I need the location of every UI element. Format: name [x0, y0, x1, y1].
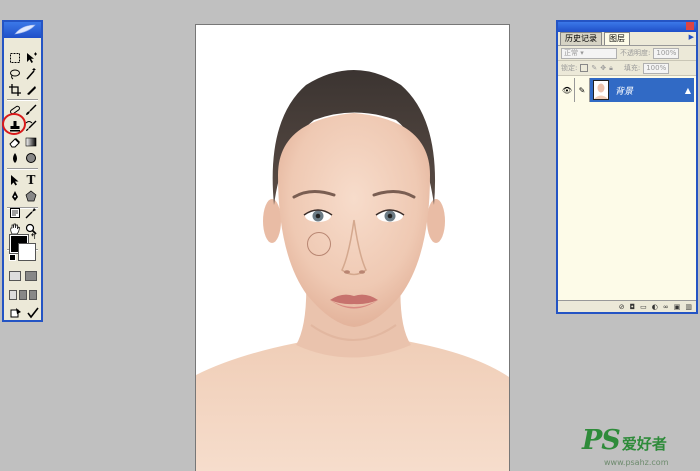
eraser-icon[interactable]: [7, 134, 23, 150]
toolbox-divider: [7, 99, 38, 101]
notes-icon[interactable]: [7, 208, 23, 218]
link-icon[interactable]: ∞: [663, 303, 669, 311]
watermark-url: www.psahz.com: [604, 458, 669, 467]
visibility-eye-icon[interactable]: 👁︎: [560, 78, 575, 102]
magic-wand-icon[interactable]: [23, 66, 39, 82]
layer-row-background[interactable]: 👁︎ ✎ 背景 ▲: [560, 78, 694, 102]
layer-name: 背景: [615, 86, 634, 97]
quick-mask-modes: [9, 271, 37, 281]
new-layer-icon[interactable]: ▣: [674, 303, 681, 311]
watermark: PS 爱好者 www.psahz.com: [582, 425, 668, 467]
trash-icon[interactable]: ▥: [685, 303, 692, 311]
panel-titlebar[interactable]: [558, 22, 696, 32]
adjustment-layer-icon[interactable]: ◐: [652, 303, 658, 311]
watermark-logo: PS: [582, 425, 621, 456]
path-select-icon[interactable]: [7, 172, 23, 188]
eyedropper-icon[interactable]: [23, 208, 39, 219]
opacity-input[interactable]: 100%: [653, 47, 680, 59]
type-icon[interactable]: T: [23, 172, 39, 188]
quick-mask-icon[interactable]: [25, 271, 37, 281]
screen-mode-standard-icon[interactable]: [9, 290, 17, 300]
lasso-icon[interactable]: [7, 66, 23, 82]
screen-mode-full-menu-icon[interactable]: [19, 290, 27, 300]
lock-transparency-icon[interactable]: [580, 64, 589, 72]
screen-mode-full-icon[interactable]: [29, 290, 37, 300]
crop-icon[interactable]: [7, 82, 23, 98]
blend-mode-select[interactable]: 正常 ▾: [561, 47, 617, 59]
brush-icon[interactable]: [23, 102, 39, 118]
close-icon[interactable]: [686, 22, 694, 30]
tab-layers[interactable]: 图层: [604, 32, 630, 45]
fill-input[interactable]: 100%: [643, 62, 670, 74]
default-colors-icon[interactable]: [9, 254, 16, 261]
hand-icon[interactable]: [7, 223, 23, 235]
lock-paint-icon[interactable]: ✎: [591, 64, 597, 72]
background-color-swatch[interactable]: [18, 243, 36, 261]
swap-colors-icon[interactable]: ↰: [30, 232, 37, 241]
panel-menu-icon[interactable]: ▶: [689, 33, 694, 41]
watermark-chinese: 爱好者: [621, 435, 667, 453]
document-canvas[interactable]: [195, 24, 510, 471]
toolbox-divider: [7, 168, 38, 170]
marquee-icon[interactable]: [7, 50, 23, 66]
clone-stamp-highlight-circle: [2, 113, 26, 135]
dodge-icon[interactable]: [23, 150, 39, 166]
slice-icon[interactable]: [23, 82, 39, 98]
blend-mode-value: 正常: [564, 48, 578, 57]
portrait-photo: [196, 70, 509, 471]
tab-history[interactable]: 历史记录: [560, 32, 602, 45]
screen-modes: [9, 290, 37, 300]
standard-mode-icon[interactable]: [9, 271, 21, 281]
panel-tabs: 历史记录 图层 ▶: [558, 32, 696, 46]
add-mask-icon[interactable]: ◘: [630, 303, 636, 311]
lock-fill-row: 锁定: ✎ ✥ 🔒︎ 填充: 100%: [558, 61, 696, 76]
toolbox: T ↰: [2, 20, 43, 322]
layers-panel: 历史记录 图层 ▶ 正常 ▾ 不透明度: 100% 锁定: ✎ ✥ 🔒︎ 填充:…: [556, 20, 698, 314]
lock-all-icon[interactable]: 🔒︎: [609, 64, 613, 73]
lock-move-icon[interactable]: ✥: [600, 64, 606, 72]
layer-brush-icon: ✎: [575, 78, 590, 102]
layer-thumbnail: [593, 80, 609, 100]
new-group-icon[interactable]: ▭: [640, 303, 647, 311]
fill-label: 填充:: [623, 64, 641, 72]
feather-logo-icon: [14, 24, 36, 35]
blur-icon[interactable]: [7, 150, 23, 166]
toolbox-header[interactable]: [4, 22, 41, 38]
layer-style-icon[interactable]: ⊘: [619, 303, 625, 311]
opacity-label: 不透明度:: [620, 49, 651, 57]
blend-opacity-row: 正常 ▾ 不透明度: 100%: [558, 46, 696, 61]
move-icon[interactable]: [23, 50, 39, 66]
imageready-check-icon[interactable]: [27, 307, 39, 319]
gradient-icon[interactable]: [23, 134, 39, 150]
panel-bottom-bar: ⊘ ◘ ▭ ◐ ∞ ▣ ▥: [558, 300, 696, 312]
tool-group-select: [7, 50, 39, 98]
layer-lock-icon: ▲: [684, 85, 691, 95]
jump-to: [9, 307, 39, 319]
lock-label: 锁定:: [561, 64, 578, 72]
jump-to-imageready-icon[interactable]: [9, 307, 23, 319]
tool-group-misc: [7, 200, 39, 235]
